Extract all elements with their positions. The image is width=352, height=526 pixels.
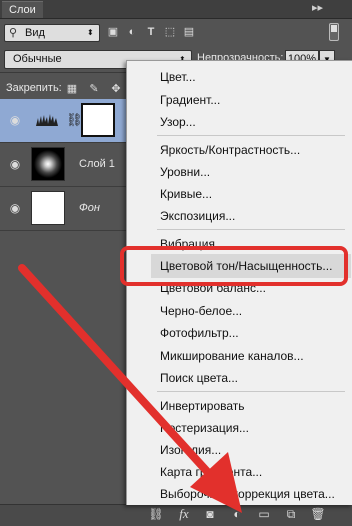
filter-pixel-icon[interactable]: ▣	[107, 26, 119, 38]
menu-item-posterize[interactable]: Постеризация...	[160, 421, 249, 435]
menu-item-curves[interactable]: Кривые...	[160, 187, 212, 201]
levels-adjustment-icon	[31, 103, 65, 137]
filter-type-icon[interactable]: T	[145, 26, 157, 38]
menu-item-levels[interactable]: Уровни...	[160, 165, 210, 179]
blend-mode-value: Обычные	[13, 53, 62, 65]
menu-separator	[157, 135, 345, 136]
menu-item-photo-filter[interactable]: Фотофильтр...	[160, 326, 239, 340]
trash-icon[interactable]: 🗑	[310, 506, 326, 522]
layer-row-adjustment[interactable]: ◉ ⛓	[0, 99, 128, 143]
eye-icon[interactable]: ◉	[8, 157, 22, 171]
highlight-annotation-box	[120, 246, 348, 286]
filter-kind-select[interactable]: ⚲ Вид ⬍	[4, 24, 100, 42]
lock-label: Закрепить:	[6, 82, 62, 94]
lock-transparent-icon[interactable]: ▦	[66, 83, 78, 95]
panel-header	[0, 0, 352, 19]
menu-item-invert[interactable]: Инвертировать	[160, 399, 245, 413]
eye-icon[interactable]: ◉	[8, 113, 22, 127]
add-mask-icon[interactable]: ◙	[202, 506, 218, 522]
link-layers-icon[interactable]: ⛓	[148, 506, 164, 522]
new-group-icon[interactable]: ▭	[256, 506, 272, 522]
filter-toggle[interactable]	[329, 23, 339, 41]
menu-item-brightness-contrast[interactable]: Яркость/Контрастность...	[160, 143, 300, 157]
menu-item-pattern[interactable]: Узор...	[160, 115, 196, 129]
menu-item-gradient[interactable]: Градиент...	[160, 93, 220, 107]
collapse-icon[interactable]: ▸▸	[312, 2, 323, 15]
menu-item-threshold[interactable]: Изогелия...	[160, 443, 221, 457]
menu-item-channel-mixer[interactable]: Микширование каналов...	[160, 349, 304, 363]
layer-thumbnail	[31, 191, 65, 225]
new-adjustment-layer-icon[interactable]: ◐	[229, 506, 245, 522]
fx-icon[interactable]: fx	[176, 506, 192, 522]
filter-adjustment-icon[interactable]: ◐	[126, 26, 138, 38]
layer-thumbnail	[31, 147, 65, 181]
chevron-updown-icon: ⬍	[87, 28, 94, 37]
layer-name: Фон	[79, 202, 100, 214]
layer-row-layer1[interactable]: ◉ Слой 1	[0, 143, 128, 187]
menu-item-exposure[interactable]: Экспозиция...	[160, 209, 235, 223]
eye-icon[interactable]: ◉	[8, 201, 22, 215]
menu-item-color-lookup[interactable]: Поиск цвета...	[160, 371, 238, 385]
lock-brush-icon[interactable]: ✎	[88, 83, 100, 95]
menu-separator	[157, 391, 345, 392]
new-layer-icon[interactable]: ⧉	[283, 506, 299, 522]
menu-item-gradient-map[interactable]: Карта градиента...	[160, 465, 262, 479]
layer-name: Слой 1	[79, 158, 115, 170]
tab-layers[interactable]: Слои	[2, 1, 43, 18]
menu-item-black-white[interactable]: Черно-белое...	[160, 304, 242, 318]
filter-smart-object-icon[interactable]: ▤	[183, 26, 195, 38]
layer-row-background[interactable]: ◉ Фон	[0, 187, 128, 231]
filter-kind-value: Вид	[25, 27, 45, 39]
search-icon: ⚲	[9, 27, 18, 39]
lock-move-icon[interactable]: ✥	[110, 83, 122, 95]
filter-shape-icon[interactable]: ⬚	[164, 26, 176, 38]
menu-separator	[157, 229, 345, 230]
menu-item-color[interactable]: Цвет...	[160, 70, 196, 84]
layers-list: ◉ ⛓ ◉ Слой 1 ◉ Фон	[0, 99, 128, 257]
menu-item-selective-color[interactable]: Выборочная коррекция цвета...	[160, 487, 335, 501]
layer-mask-thumbnail[interactable]	[81, 103, 115, 137]
